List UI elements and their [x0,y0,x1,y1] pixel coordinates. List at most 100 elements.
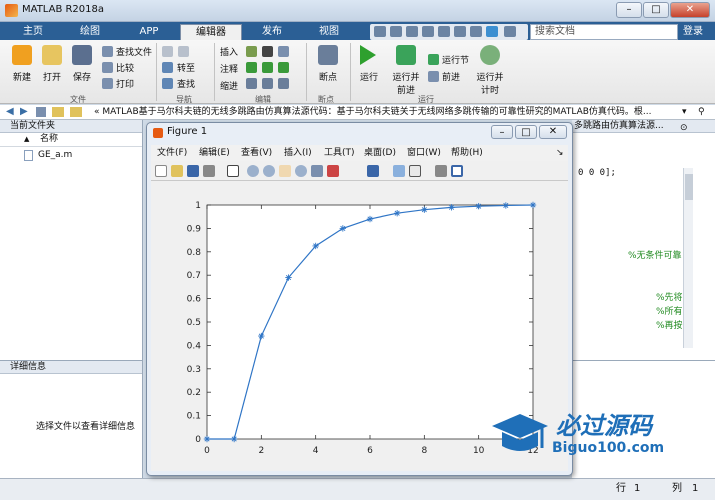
file-name[interactable]: GE_a.m [38,147,72,163]
wrap-comment-icon[interactable] [278,62,289,73]
link-plot-icon[interactable] [367,165,379,177]
find-button[interactable]: 查找 [177,77,195,90]
zoom-out-icon[interactable] [263,165,275,177]
copy-icon[interactable] [406,26,418,37]
print-figure-icon[interactable] [203,165,215,177]
dropdown-icon[interactable] [504,26,516,37]
open-file-icon[interactable] [171,165,183,177]
editor-scrollbar[interactable] [683,168,693,348]
brush-icon[interactable] [327,165,339,177]
menu-tools[interactable]: 工具(T) [324,145,355,161]
breakpoints-button[interactable]: 断点 [312,70,344,83]
tab-publish[interactable]: 发布 [246,24,298,40]
run-icon[interactable] [360,45,376,65]
data-cursor-icon[interactable] [311,165,323,177]
rotate-icon[interactable] [295,165,307,177]
figure-minimize-button[interactable]: – [491,125,513,139]
breakpoints-icon[interactable] [318,45,338,65]
up-folder-icon[interactable] [36,107,46,117]
pan-icon[interactable] [279,165,291,177]
save-button[interactable]: 保存 [68,70,96,83]
save-figure-icon[interactable] [187,165,199,177]
tab-editor[interactable]: 编辑器 [180,24,242,40]
goto-button[interactable]: 转至 [177,61,195,74]
minimize-button[interactable]: – [616,2,642,18]
switch-windows-icon[interactable] [470,26,482,37]
tab-apps[interactable]: APP [122,24,176,40]
menu-insert[interactable]: 插入(I) [284,145,312,161]
code-line[interactable]: 0 0 0]; [578,168,616,178]
redo-icon[interactable] [454,26,466,37]
cut-icon[interactable] [390,26,402,37]
increase-indent-icon[interactable] [262,78,273,89]
run-advance-button[interactable]: 运行并 前进 [388,70,424,96]
back-arrow-icon[interactable]: ◀ [6,105,14,119]
fx-icon[interactable] [262,46,273,57]
maximize-button[interactable]: □ [643,2,669,18]
menu-help[interactable]: 帮助(H) [451,145,483,161]
login-link[interactable]: 登录 [683,24,703,40]
new-button[interactable]: 新建 [8,70,36,83]
percent-icon[interactable] [246,62,257,73]
tab-plots[interactable]: 绘图 [64,24,116,40]
file-item[interactable]: GE_a.m [0,147,142,163]
run-time-icon[interactable] [480,45,500,65]
colorbar-icon[interactable] [393,165,405,177]
advance-button[interactable]: 前进 [442,70,460,83]
indent-button[interactable]: 缩进 [220,79,238,92]
forward-arrow-icon[interactable]: ▶ [20,105,28,119]
close-button[interactable]: ✕ [670,2,710,18]
undo-icon[interactable] [438,26,450,37]
print-button[interactable]: 打印 [116,77,134,90]
find-files-button[interactable]: 查找文件 [116,45,152,58]
scrollbar-thumb[interactable] [685,174,693,200]
uncomment-icon[interactable] [262,62,273,73]
pointer-icon[interactable] [227,165,239,177]
current-path[interactable]: « MATLAB基于马尔科夫链的无线多跳路由仿真算法源代码：基于马尔科夫链关于无… [94,105,679,119]
path-search-icon[interactable]: ⚲ [698,105,705,119]
hide-tools-icon[interactable] [435,165,447,177]
paste-icon[interactable] [422,26,434,37]
comment-button[interactable]: 注释 [220,62,238,75]
menu-view[interactable]: 查看(V) [241,145,272,161]
run-button[interactable]: 运行 [354,70,384,83]
open-folder-icon[interactable] [42,45,62,65]
zoom-in-icon[interactable] [247,165,259,177]
code-comment[interactable]: %所有 [656,304,683,317]
smart-indent-icon[interactable] [246,78,257,89]
open-button[interactable]: 打开 [38,70,66,83]
search-input[interactable]: 搜索文档 [530,24,678,40]
insert-section-icon[interactable] [246,46,257,57]
menu-file[interactable]: 文件(F) [157,145,187,161]
column-name-header[interactable]: 名称 [40,133,58,146]
run-time-button[interactable]: 运行并 计时 [472,70,508,96]
menu-edit[interactable]: 编辑(E) [199,145,230,161]
editor-options-icon[interactable]: ⊙ [680,123,688,133]
figure-close-button[interactable]: ✕ [539,125,567,139]
insert-button[interactable]: 插入 [220,45,238,58]
editor-tab[interactable]: 多跳路由仿真算法源... [572,120,715,133]
menu-window[interactable]: 窗口(W) [407,145,441,161]
browse-folder-icon[interactable] [52,107,64,117]
compare-button[interactable]: 比较 [116,61,134,74]
menu-desktop[interactable]: 桌面(D) [364,145,396,161]
path-dropdown-icon[interactable]: ▾ [682,105,687,119]
forward-icon[interactable] [178,46,189,57]
code-comment[interactable]: %无条件可靠 [628,248,682,261]
legend-icon[interactable] [409,165,421,177]
tab-home[interactable]: 主页 [8,24,58,40]
new-icon[interactable] [12,45,32,65]
code-comment[interactable]: %先将 [656,290,683,303]
insert-more-icon[interactable] [278,46,289,57]
run-section-button[interactable]: 运行节 [442,53,469,66]
save-icon[interactable] [374,26,386,37]
decrease-indent-icon[interactable] [278,78,289,89]
figure-maximize-button[interactable]: □ [515,125,537,139]
dock-arrow-icon[interactable]: ↘ [556,145,564,161]
show-tools-icon[interactable] [451,165,463,177]
save-icon[interactable] [72,45,92,65]
run-advance-icon[interactable] [396,45,416,65]
back-icon[interactable] [162,46,173,57]
help-icon[interactable] [486,26,498,37]
new-figure-icon[interactable] [155,165,167,177]
